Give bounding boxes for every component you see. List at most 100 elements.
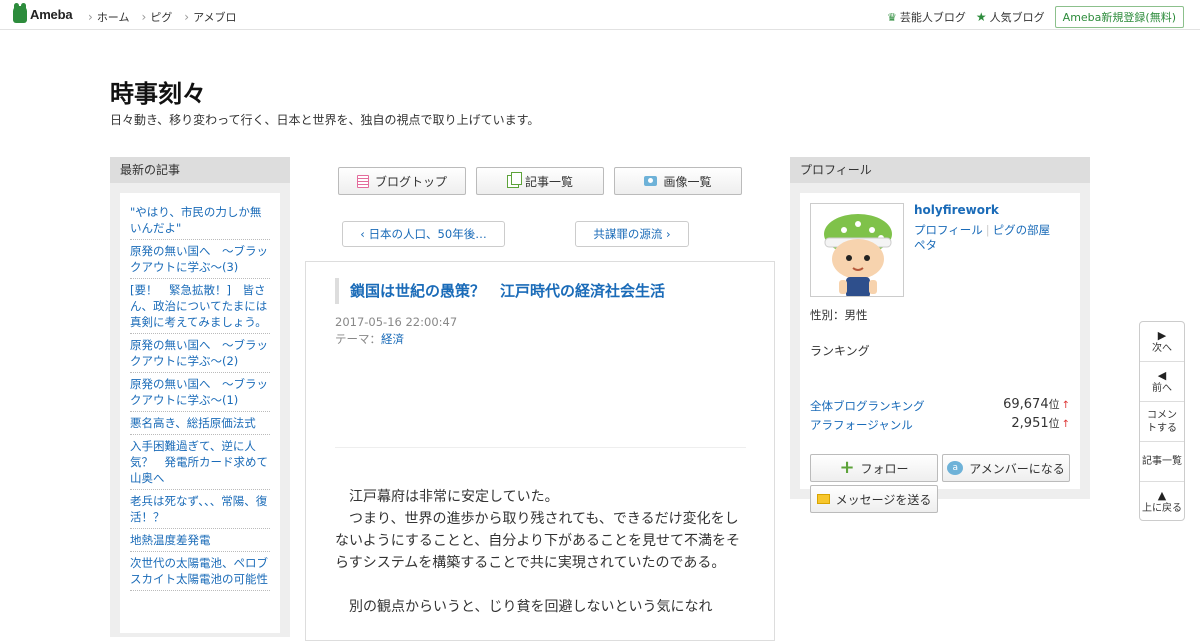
ranking-row-overall: 全体ブログランキング 69,674位 ↑ xyxy=(810,397,1070,414)
prev-button[interactable]: ◀ 前へ xyxy=(1140,362,1184,402)
profile-content: holyfirework プロフィール | ピグの部屋 ペタ 性別：男性 ランキング… xyxy=(800,193,1080,513)
blog-title[interactable]: 時事刻々 xyxy=(110,74,206,109)
profile-links: プロフィール | ピグの部屋 ペタ xyxy=(914,223,1064,253)
recent-article-item[interactable]: 悪名高き、総括原価法式 xyxy=(130,412,270,435)
play-left-icon: ◀ xyxy=(1157,368,1167,382)
star-icon: ★ xyxy=(975,10,987,24)
article-theme-link[interactable]: 経済 xyxy=(381,332,404,346)
blog-top-label: ブログトップ xyxy=(374,174,447,189)
image-list-label: 画像一覧 xyxy=(663,174,712,189)
popular-blog-link[interactable]: ★ 人気ブログ xyxy=(976,9,1045,25)
header-right: ♛ 芸能人ブログ ★ 人気ブログ Ameba新規登録(無料) xyxy=(887,6,1184,28)
blog-page-icon xyxy=(356,174,369,188)
message-button[interactable]: メッセージを送る xyxy=(810,485,938,513)
recent-article-item[interactable]: 原発の無い国へ ～ブラックアウトに学ぶ～(2) xyxy=(130,334,270,373)
message-label: メッセージを送る xyxy=(835,492,932,507)
ranking-unit: 位 xyxy=(1048,398,1060,411)
amember-icon: a xyxy=(947,461,964,475)
image-list-button[interactable]: 画像一覧 xyxy=(614,167,742,195)
next-article-label: 共謀罪の源流 xyxy=(593,227,663,241)
peta-link[interactable]: ペタ xyxy=(914,238,937,252)
nav-ameblo-link[interactable]: アメブロ xyxy=(184,9,236,25)
ranking-row-genre: アラフォージャンル 2,951位 ↑ xyxy=(810,415,1070,433)
article: 鎖国は世紀の愚策？ 江戸時代の経済社会生活 2017-05-16 22:00:4… xyxy=(305,261,775,641)
profile-link[interactable]: プロフィール xyxy=(914,223,983,237)
article-title[interactable]: 鎖国は世紀の愚策？ 江戸時代の経済社会生活 xyxy=(335,278,665,304)
next-button[interactable]: ▶ 次へ xyxy=(1140,322,1184,362)
recent-article-item[interactable]: 原発の無い国へ ～ブラックアウトに学ぶ～(1) xyxy=(130,373,270,412)
floating-article-list-button[interactable]: 記事一覧 xyxy=(1140,442,1184,482)
avatar-pigg-icon xyxy=(811,204,903,296)
nav-pigg-link[interactable]: ピグ xyxy=(141,9,172,25)
recent-article-item[interactable]: 地熱温度差発電 xyxy=(130,529,270,552)
back-to-top-button[interactable]: ▲ 上に戻る xyxy=(1140,482,1184,522)
ameba-logo-icon xyxy=(13,3,27,23)
camera-icon xyxy=(644,176,658,186)
prev-article-label: 日本の人口、50年後… xyxy=(368,227,487,241)
ameba-logo[interactable]: Ameba xyxy=(13,3,73,23)
ranking-genre-value: 2,951位 ↑ xyxy=(1011,415,1070,431)
blog-nav-buttons: ブログトップ 記事一覧 画像一覧 xyxy=(338,167,742,195)
floating-article-list-label: 記事一覧 xyxy=(1142,456,1182,467)
avatar[interactable] xyxy=(810,203,904,297)
follow-label: フォロー xyxy=(860,461,909,476)
article-list-button[interactable]: 記事一覧 xyxy=(476,167,604,195)
profile-username[interactable]: holyfirework xyxy=(914,203,999,217)
recent-article-item[interactable]: 入手困難過ぎて、逆に人気？ 発電所カード求めて山奥へ xyxy=(130,435,270,490)
ranking-overall-link[interactable]: 全体ブログランキング xyxy=(810,399,925,413)
article-divider xyxy=(335,447,746,448)
follow-button[interactable]: + フォロー xyxy=(810,454,938,482)
mail-icon xyxy=(816,494,830,504)
recent-article-item[interactable]: "やはり、市民の力しか無いんだよ" xyxy=(130,201,270,240)
celebrity-blog-label: 芸能人ブログ xyxy=(899,11,966,24)
article-date: 2017-05-16 22:00:47 xyxy=(335,315,458,329)
chevron-right-icon: › xyxy=(662,227,671,241)
trend-up-icon: ↑ xyxy=(1061,419,1070,430)
comment-label: コメントする xyxy=(1147,409,1177,434)
profile-gender: 性別：男性 xyxy=(810,308,868,322)
ranking-heading: ランキング xyxy=(810,344,870,358)
amember-label: アメンバーになる xyxy=(969,461,1065,476)
ranking-genre-number: 2,951 xyxy=(1011,416,1049,431)
recent-article-item[interactable]: 原発の無い国へ ～ブラックアウトに学ぶ～(3) xyxy=(130,240,270,279)
prev-label: 前へ xyxy=(1152,382,1172,394)
popular-blog-label: 人気ブログ xyxy=(989,11,1045,24)
ranking-genre-link[interactable]: アラフォージャンル xyxy=(810,418,913,432)
article-paragraph: 別の観点からいうと、じり貧を回避しないという気になれ xyxy=(335,599,713,615)
documents-icon xyxy=(506,171,522,188)
logo-text: Ameba xyxy=(30,7,73,22)
ranking-overall-number: 69,674 xyxy=(1003,397,1049,412)
ranking-unit: 位 xyxy=(1048,417,1060,430)
pigg-room-link[interactable]: ピグの部屋 xyxy=(993,223,1051,237)
recent-articles-list: "やはり、市民の力しか無いんだよ" 原発の無い国へ ～ブラックアウトに学ぶ～(3… xyxy=(130,201,270,591)
recent-article-item[interactable]: [要！ 緊急拡散！] 皆さん、政治についてたまには真剣に考えてみましょう。 xyxy=(130,279,270,334)
blog-description: 日々動き、移り変わって行く、日本と世界を、独自の視点で取り上げています。 xyxy=(110,113,540,127)
article-paragraph: つまり、世界の進歩から取り残されても、できるだけ変化をしないようにすることと、自… xyxy=(335,511,741,571)
blog-top-button[interactable]: ブログトップ xyxy=(338,167,466,195)
global-header: Ameba ホーム ピグ アメブロ ♛ 芸能人ブログ ★ 人気ブログ Ameba… xyxy=(0,0,1200,30)
article-theme: テーマ：経済 xyxy=(335,331,404,347)
recent-articles-list-container: "やはり、市民の力しか無いんだよ" 原発の無い国へ ～ブラックアウトに学ぶ～(3… xyxy=(120,193,280,633)
amember-button[interactable]: a アメンバーになる xyxy=(942,454,1070,482)
recent-article-item[interactable]: 次世代の太陽電池、ペロブスカイト太陽電池の可能性 xyxy=(130,552,270,591)
global-nav: ホーム ピグ アメブロ xyxy=(88,9,237,25)
chevron-left-icon: ‹ xyxy=(360,227,369,241)
plus-icon: + xyxy=(839,457,855,478)
article-paragraph: 江戸幕府は非常に安定していた。 xyxy=(335,489,559,505)
next-article-link[interactable]: 共謀罪の源流 › xyxy=(575,221,689,247)
next-label: 次へ xyxy=(1152,342,1172,354)
register-button[interactable]: Ameba新規登録(無料) xyxy=(1054,6,1184,28)
recent-article-item[interactable]: 老兵は死なず、、、常陽、復活！？ xyxy=(130,490,270,529)
profile-box: プロフィール holyfirework プロフィール | ピグの部屋 ペタ 性別… xyxy=(790,157,1090,513)
nav-home-link[interactable]: ホーム xyxy=(88,9,130,25)
link-separator: | xyxy=(985,223,990,237)
arrow-up-icon: ▲ xyxy=(1157,489,1167,502)
article-paragraph-blank xyxy=(335,574,749,596)
article-list-label: 記事一覧 xyxy=(524,174,573,189)
article-theme-label: テーマ： xyxy=(335,332,381,346)
play-right-icon: ▶ xyxy=(1157,328,1167,342)
prev-article-link[interactable]: ‹ 日本の人口、50年後… xyxy=(342,221,505,247)
celebrity-blog-link[interactable]: ♛ 芸能人ブログ xyxy=(887,9,966,25)
floating-nav: ▶ 次へ ◀ 前へ コメントする 記事一覧 ▲ 上に戻る xyxy=(1139,321,1185,521)
comment-button[interactable]: コメントする xyxy=(1140,402,1184,442)
